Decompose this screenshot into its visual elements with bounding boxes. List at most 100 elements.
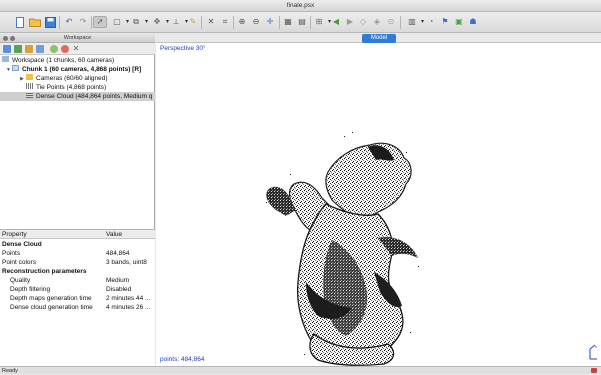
property-value: 3 bands, uint8: [106, 259, 147, 266]
property-value: 484,864: [106, 250, 130, 257]
tree-item-workspace[interactable]: Workspace (1 chunks, 60 cameras): [0, 56, 155, 65]
remove-items-icon[interactable]: ✕: [72, 45, 80, 53]
model-viewport[interactable]: Model Perspective 30° points: 484,864 x: [156, 34, 601, 366]
add-photos-icon[interactable]: [14, 45, 22, 53]
point-count-label: points: 484,864: [160, 356, 205, 363]
property-key: Depth maps generation time: [10, 295, 92, 302]
dense-point-cloud-model[interactable]: [156, 34, 601, 366]
tree-item-dense-cloud[interactable]: Dense Cloud (484,864 points, Medium q: [0, 92, 155, 101]
grid-view-icon[interactable]: ▦: [282, 16, 294, 28]
property-key: Dense cloud generation time: [10, 304, 93, 311]
properties-header-row: Property Value: [0, 230, 155, 239]
workspace-panel: Workspace ✕ Workspace (1 chunks, 60 came…: [0, 34, 155, 366]
property-row[interactable]: Reconstruction parameters: [0, 267, 155, 276]
rotate-down-icon[interactable]: ◈: [371, 16, 383, 28]
reset-view-icon[interactable]: ✛: [264, 16, 276, 28]
workspace-toolbar: ✕: [0, 43, 155, 55]
ruler-icon[interactable]: ⟂: [170, 16, 188, 28]
redo-icon[interactable]: ↷: [77, 16, 89, 28]
property-row[interactable]: Depth filtering Disabled: [0, 285, 155, 294]
toolbar-separator: [310, 16, 311, 29]
property-value: Disabled: [106, 286, 132, 293]
property-column-header: Property: [2, 231, 27, 238]
draw-polyline-icon[interactable]: ✎: [187, 16, 199, 28]
delete-selection-icon[interactable]: ✕: [205, 16, 217, 28]
tree-item-label: Chunk 1 (60 cameras, 4,868 points) [R]: [22, 66, 142, 73]
status-text: Ready: [2, 368, 18, 374]
toolbar-separator: [400, 16, 401, 29]
zoom-out-icon[interactable]: ⊖: [250, 16, 262, 28]
property-key: Point colors: [2, 259, 36, 266]
property-row[interactable]: Quality Medium: [0, 276, 155, 285]
zoom-in-icon[interactable]: ⊕: [236, 16, 248, 28]
workspace-panel-title: Workspace: [63, 35, 92, 41]
enable-icon[interactable]: [50, 45, 58, 53]
property-key: Dense Cloud: [2, 241, 42, 248]
workspace-panel-header: Workspace: [0, 34, 155, 43]
tie-points-icon: [26, 83, 33, 90]
tree-item-label: Cameras (60/60 aligned): [36, 75, 108, 82]
resize-region-icon[interactable]: ⧉: [130, 16, 148, 28]
workspace-icon: [2, 56, 9, 63]
disable-icon[interactable]: [61, 45, 69, 53]
add-folder-icon[interactable]: [25, 45, 33, 53]
property-value: Medium: [106, 277, 130, 284]
tree-item-chunk[interactable]: ▼ Chunk 1 (60 cameras, 4,868 points) [R]: [0, 65, 155, 74]
undo-icon[interactable]: ↶: [63, 16, 75, 28]
rotate-right-icon[interactable]: ▶: [344, 16, 356, 28]
notification-icon[interactable]: [591, 368, 597, 373]
show-markers-icon[interactable]: ⚑: [439, 16, 451, 28]
open-folder-icon[interactable]: [29, 16, 41, 28]
show-images-icon[interactable]: ☗: [467, 16, 479, 28]
show-region-icon[interactable]: ▣: [453, 16, 465, 28]
folder-icon: [26, 74, 33, 81]
tree-item-tie-points[interactable]: Tie Points (4,868 points): [0, 83, 155, 92]
toolbar-separator: [91, 16, 92, 29]
new-document-icon[interactable]: [14, 16, 26, 28]
navigation-tool-icon[interactable]: ➚: [93, 16, 107, 28]
svg-text:x: x: [595, 344, 597, 349]
toolbar-separator: [279, 16, 280, 29]
rotate-up-icon[interactable]: ◇: [357, 16, 369, 28]
ortho-view-icon[interactable]: ▤: [296, 16, 308, 28]
point-cloud-display-icon[interactable]: ▥: [406, 16, 424, 28]
property-key: Points: [2, 250, 21, 257]
dense-cloud-icon: [26, 92, 33, 99]
tree-item-label: Dense Cloud (484,864 points, Medium q: [36, 93, 153, 100]
value-column-header: Value: [106, 231, 123, 238]
window-title-bar: finale.psx: [0, 0, 601, 12]
add-chunk-icon[interactable]: [3, 45, 11, 53]
axes-gizmo-icon: x: [589, 344, 597, 360]
toolbar-separator: [233, 16, 234, 29]
rotate-left-icon[interactable]: ◀: [330, 16, 342, 28]
tree-item-cameras[interactable]: ▶ Cameras (60/60 aligned): [0, 74, 155, 83]
property-row[interactable]: Dense cloud generation time 4 minutes 26…: [0, 303, 155, 312]
tree-item-label: Workspace (1 chunks, 60 cameras): [12, 57, 115, 64]
window-title: finale.psx: [286, 2, 315, 9]
property-row[interactable]: Point colors 3 bands, uint8: [0, 258, 155, 267]
property-row[interactable]: Points 484,864: [0, 249, 155, 258]
chunk-icon: [12, 65, 19, 72]
property-row[interactable]: Dense Cloud: [0, 240, 155, 249]
main-toolbar: ↶ ↷ ➚ ▢ ⧉ ✥ ⟂ ✎ ✕ ⌗ ⊕ ⊖ ✛ ▦ ▤ ⊞ ◀ ▶ ◇ ◈ …: [0, 12, 601, 33]
workspace-tree: Workspace (1 chunks, 60 cameras) ▼ Chunk …: [0, 56, 155, 226]
property-row[interactable]: Depth maps generation time 2 minutes 44 …: [0, 294, 155, 303]
show-trackball-icon[interactable]: ◔: [425, 16, 437, 28]
property-key: Reconstruction parameters: [2, 268, 87, 275]
rectangle-selection-icon[interactable]: ▢: [111, 16, 129, 28]
model-view-mode-icon[interactable]: ⊞: [313, 16, 331, 28]
properties-panel: Property Value Dense Cloud Points 484,86…: [0, 229, 155, 366]
property-value: 4 minutes 26 ...: [106, 304, 151, 311]
show-cameras-icon[interactable]: ⊙: [385, 16, 397, 28]
crop-selection-icon[interactable]: ⌗: [219, 16, 231, 28]
tree-item-label: Tie Points (4,868 points): [36, 84, 107, 91]
property-value: 2 minutes 44 ...: [106, 295, 151, 302]
move-object-icon[interactable]: ✥: [151, 16, 169, 28]
property-key: Depth filtering: [10, 286, 51, 293]
property-key: Quality: [10, 277, 31, 284]
toolbar-separator: [201, 16, 202, 29]
save-icon[interactable]: [44, 16, 56, 28]
toolbar-separator: [59, 16, 60, 29]
merge-chunks-icon[interactable]: [36, 45, 44, 53]
status-bar: Ready: [0, 366, 601, 374]
